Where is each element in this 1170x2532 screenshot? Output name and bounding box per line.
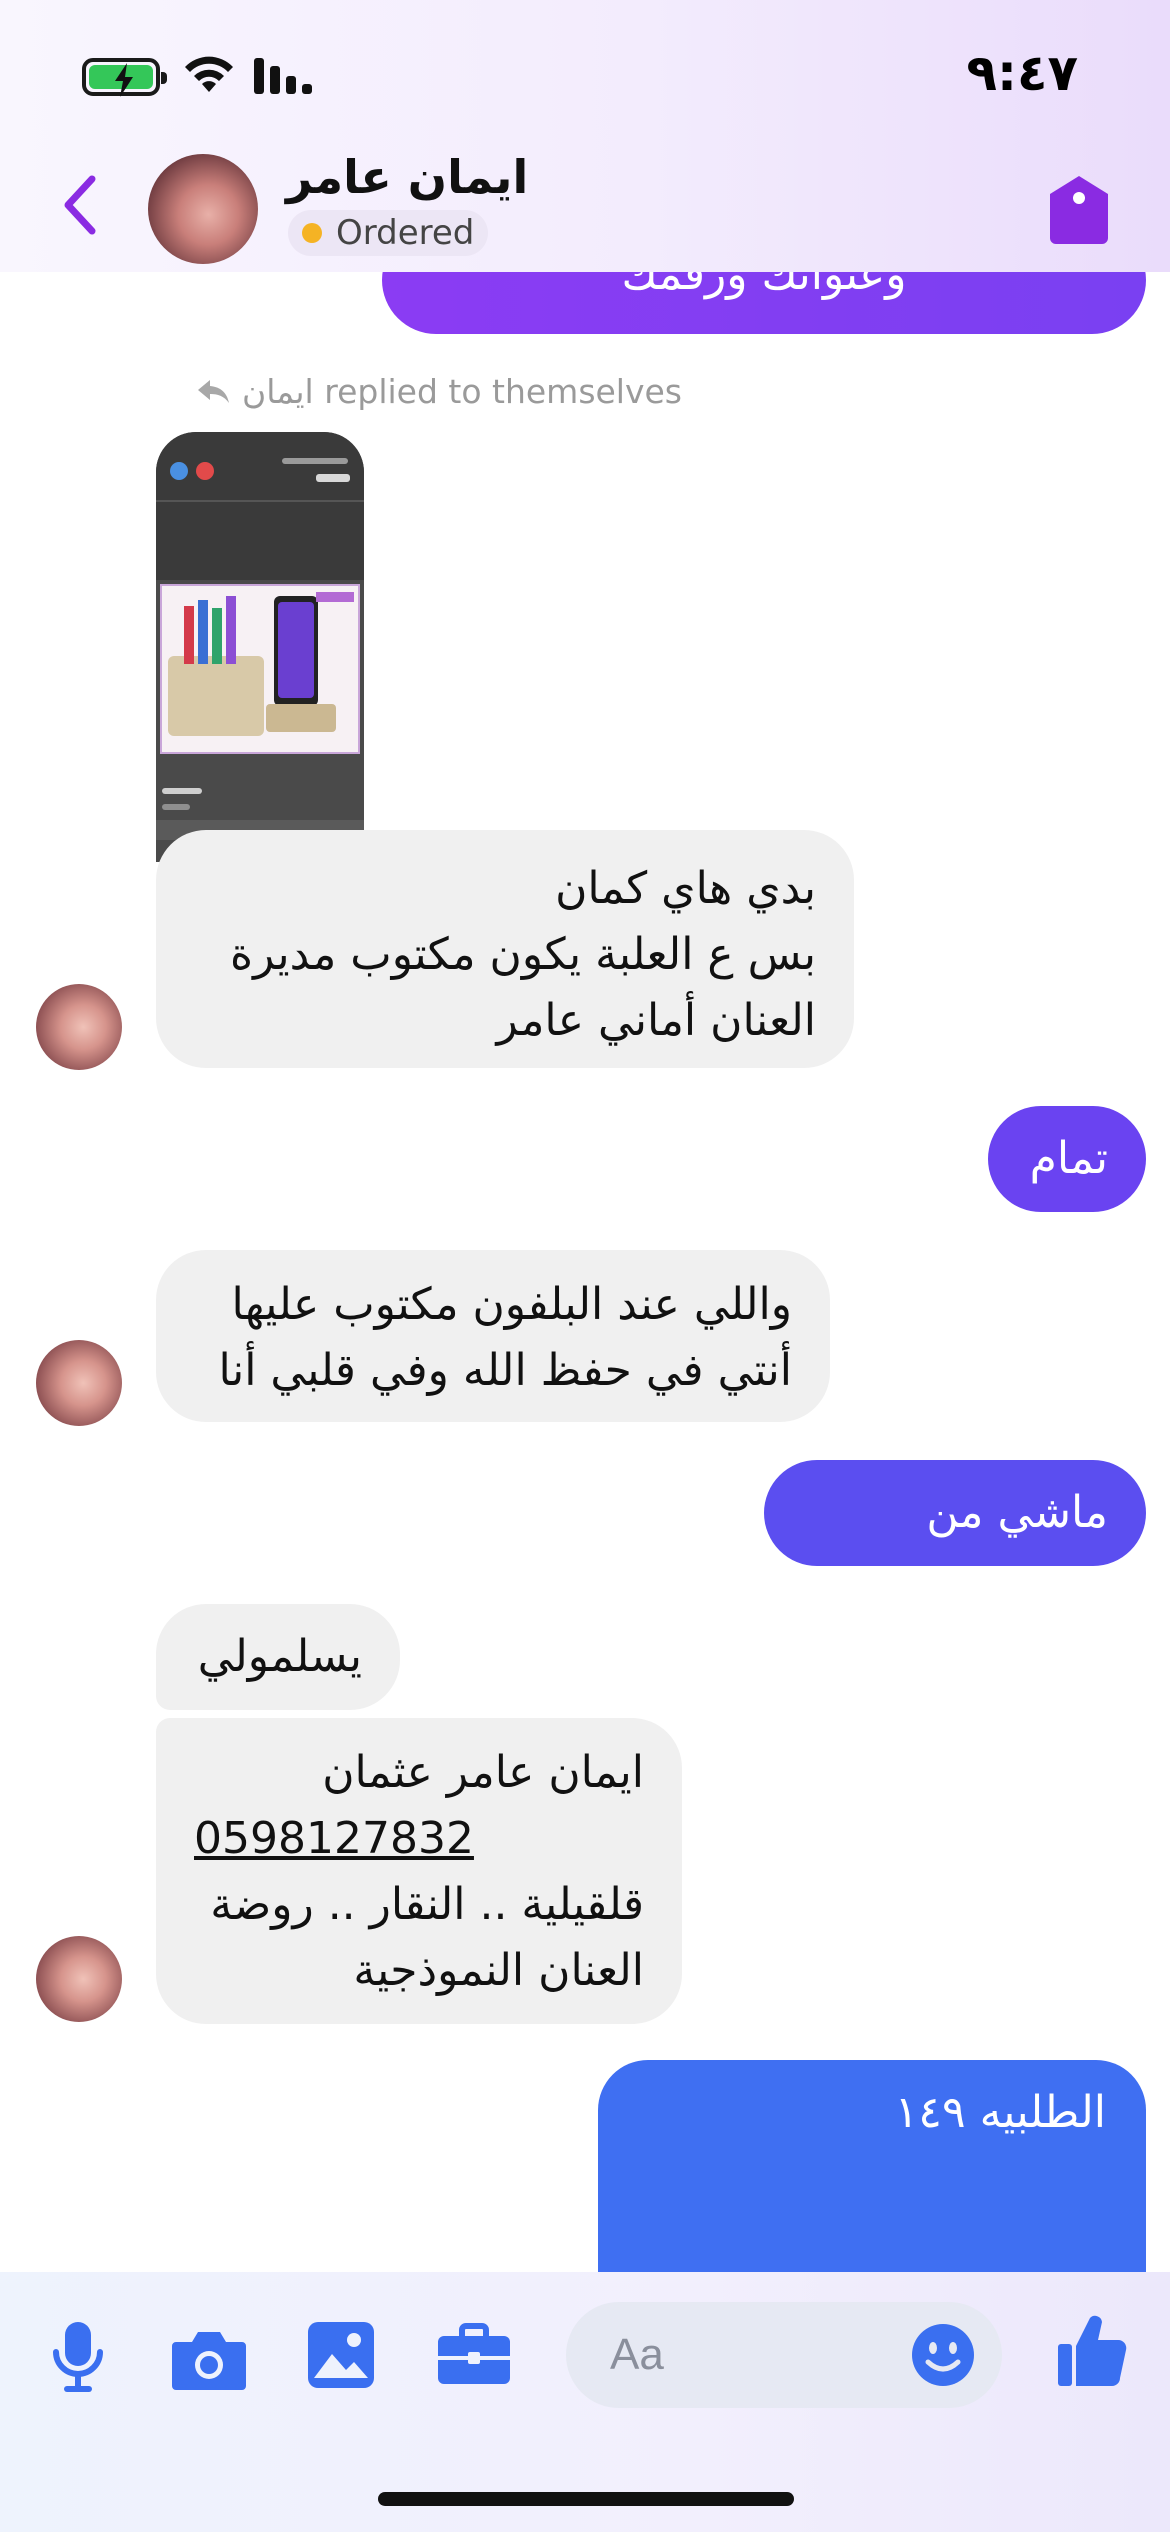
outgoing-message-bubble[interactable]: تمام (988, 1106, 1146, 1212)
wifi-icon (185, 56, 233, 92)
message-line: واللي عند البلفون مكتوب عليها (231, 1279, 792, 1330)
status-dot (302, 223, 322, 243)
sender-avatar[interactable] (36, 1936, 122, 2022)
reply-note-text: ايمان replied to themselves (242, 372, 683, 411)
incoming-message-bubble[interactable]: ايمان عامر عثمان 0598127832 قلقيلية .. ا… (156, 1718, 682, 2024)
message-text: الطلبيه ١٤٩ (894, 2087, 1106, 2138)
message-line: بدي هاي كمان (555, 863, 816, 914)
microphone-icon[interactable] (46, 2318, 110, 2398)
message-text: يسلمولي (197, 1631, 362, 1682)
incoming-message-bubble[interactable]: واللي عند البلفون مكتوب عليها أنتي في حف… (156, 1250, 830, 1422)
message-line: ايمان عامر عثمان (322, 1747, 644, 1798)
message-input[interactable]: Aa (566, 2302, 1002, 2408)
battery-icon (82, 58, 167, 97)
incoming-message-bubble[interactable]: يسلمولي (156, 1604, 400, 1710)
briefcase-icon[interactable] (436, 2322, 512, 2388)
back-chevron-icon (64, 175, 96, 235)
reply-note: ايمان replied to themselves (196, 372, 682, 411)
message-line: بس ع العلبة يكون مكتوب مديرة (230, 929, 816, 980)
conversation: وعنوانك ورقمك ايمان replied to themselve… (0, 0, 1170, 2272)
outgoing-message-bubble[interactable]: ماشي من عيوني (764, 1460, 1146, 1604)
message-line: العنان أماني عامر (496, 995, 816, 1046)
outgoing-message-bubble[interactable]: الطلبيه ١٤٩ (598, 2060, 1146, 2272)
conversation-header: ايمان عامر Ordered (0, 150, 1170, 272)
home-indicator[interactable] (378, 2492, 794, 2506)
message-text: ماشي من عيوني (926, 1487, 1108, 1604)
message-text: تمام (1029, 1133, 1108, 1184)
phone-number-link[interactable]: 0598127832 (194, 1806, 644, 1872)
sender-avatar[interactable] (36, 1340, 122, 1426)
thumbnail-header (156, 432, 364, 580)
contact-name[interactable]: ايمان عامر (286, 150, 586, 204)
emoji-icon[interactable] (910, 2322, 976, 2388)
camera-icon[interactable] (170, 2326, 248, 2392)
shared-image-thumbnail[interactable] (156, 432, 364, 862)
gallery-icon[interactable] (306, 2320, 376, 2390)
message-line: قلقيلية .. النقار .. روضة (210, 1879, 644, 1930)
thumbnail-product-image (160, 584, 360, 754)
clock: ٩:٤٧ (966, 44, 1078, 102)
message-line: العنان النموذجية (353, 1945, 644, 1996)
message-line: أنتي في حفظ الله وفي قلبي أنا (218, 1345, 792, 1396)
reply-arrow-icon (198, 379, 229, 403)
cellular-signal-icon (254, 58, 312, 94)
contact-avatar[interactable] (148, 154, 258, 264)
back-button[interactable] (50, 170, 110, 240)
status-bar: ٩:٤٧ (0, 0, 1170, 150)
message-input-placeholder: Aa (610, 2330, 664, 2379)
incoming-message-bubble[interactable]: بدي هاي كمان بس ع العلبة يكون مكتوب مدير… (156, 830, 854, 1068)
sender-avatar[interactable] (36, 984, 122, 1070)
tag-icon[interactable] (1046, 174, 1112, 246)
order-status-badge[interactable]: Ordered (288, 210, 489, 256)
order-status-text: Ordered (336, 213, 475, 253)
thumbs-up-icon[interactable] (1056, 2310, 1128, 2390)
